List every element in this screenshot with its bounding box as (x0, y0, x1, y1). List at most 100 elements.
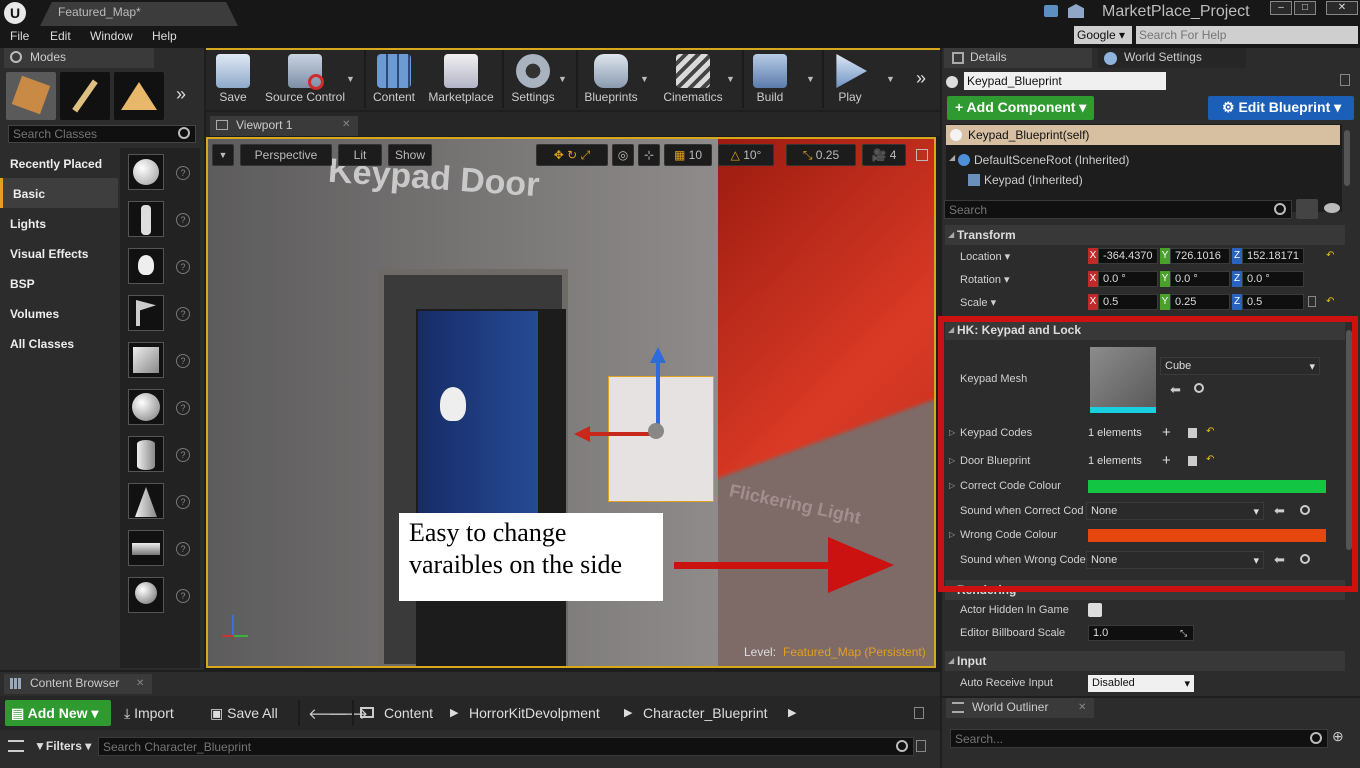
location-y-field[interactable]: 726.1016 (1170, 248, 1230, 264)
reset-arrow-icon[interactable]: ↶ (1326, 296, 1334, 307)
scale-x-field[interactable]: 0.5 (1098, 294, 1158, 310)
plane-item[interactable] (128, 530, 164, 566)
help-icon[interactable]: ? (176, 260, 190, 274)
rotation-snap-button[interactable]: △ 10° (718, 144, 774, 166)
surface-snap-icon[interactable]: ⊹ (638, 144, 660, 166)
point-light-item[interactable] (128, 248, 164, 284)
menu-file[interactable]: File (10, 29, 29, 43)
rotation-z-field[interactable]: 0.0 ° (1242, 271, 1304, 287)
collapse-arrow-icon[interactable]: ◢ (948, 230, 954, 239)
add-new-button[interactable]: ▤ Add New ▾ (5, 700, 111, 726)
place-mode-button[interactable] (6, 72, 56, 120)
sky-sphere-item[interactable] (128, 577, 164, 613)
chevron-down-icon[interactable]: ▼ (558, 74, 567, 84)
breadcrumb-content[interactable]: Content (384, 705, 433, 721)
scale-label[interactable]: Scale ▾ (960, 296, 996, 309)
world-settings-tab[interactable]: World Settings (1098, 48, 1246, 68)
gizmo-center[interactable] (648, 423, 664, 439)
input-section-header[interactable]: Input (945, 651, 1345, 671)
rotation-label[interactable]: Rotation ▾ (960, 273, 1010, 286)
component-item-root[interactable]: DefaultSceneRoot (Inherited) (974, 153, 1129, 167)
breadcrumb-separator-icon[interactable]: ▶ (450, 706, 458, 719)
player-start-item[interactable] (128, 295, 164, 331)
build-button[interactable]: Build (748, 50, 792, 108)
menu-help[interactable]: Help (152, 29, 177, 43)
minimize-button[interactable]: – (1270, 1, 1292, 15)
scale-z-field[interactable]: 0.5 (1242, 294, 1304, 310)
notification-icon[interactable] (1044, 5, 1058, 17)
chevron-down-icon[interactable]: ▼ (346, 74, 355, 84)
details-search-input[interactable] (944, 200, 1292, 219)
rotation-y-field[interactable]: 0.0 ° (1170, 271, 1230, 287)
actor-hidden-checkbox[interactable] (1088, 603, 1102, 617)
menu-window[interactable]: Window (90, 29, 133, 43)
add-component-button[interactable]: + Add Component ▾ (947, 96, 1094, 120)
rotation-x-field[interactable]: 0.0 ° (1098, 271, 1158, 287)
chevron-down-icon[interactable]: ▼ (886, 74, 895, 84)
lock-icon[interactable] (914, 707, 924, 719)
auto-receive-input-dropdown[interactable]: Disabled ▾ (1088, 675, 1194, 692)
maximize-button[interactable]: □ (1294, 1, 1316, 15)
modes-tab[interactable]: Modes (4, 48, 154, 68)
location-z-field[interactable]: 152.18171 (1242, 248, 1304, 264)
components-scrollbar[interactable] (1344, 130, 1350, 186)
property-matrix-icon[interactable] (1296, 199, 1318, 219)
details-tab[interactable]: Details (944, 48, 1092, 68)
marketplace-button[interactable]: Marketplace (426, 50, 496, 108)
location-x-field[interactable]: -364.4370 (1098, 248, 1158, 264)
chevron-down-icon[interactable]: ▼ (640, 74, 649, 84)
category-volumes[interactable]: Volumes (0, 298, 118, 328)
help-icon[interactable]: ? (176, 448, 190, 462)
save-all-button[interactable]: ▣ Save All (210, 705, 278, 722)
show-button[interactable]: Show (388, 144, 432, 166)
category-all-classes[interactable]: All Classes (0, 328, 118, 358)
toolbar-overflow-icon[interactable]: » (916, 68, 926, 89)
help-icon[interactable]: ? (176, 354, 190, 368)
cube-item[interactable] (128, 342, 164, 378)
empty-actor-item[interactable] (128, 154, 164, 190)
breadcrumb-separator-icon[interactable]: ▶ (624, 706, 632, 719)
component-item-self[interactable]: Keypad_Blueprint(self) (946, 125, 1340, 145)
landscape-mode-button[interactable] (114, 72, 164, 120)
collapse-arrow-icon[interactable]: ◢ (948, 656, 954, 665)
chevron-down-icon[interactable]: ▼ (806, 74, 815, 84)
transform-mode-buttons[interactable]: ✥ ↻ ⤢ (536, 144, 608, 166)
cinematics-button[interactable]: Cinematics (660, 50, 726, 108)
content-search-input[interactable] (98, 737, 914, 756)
eye-icon[interactable] (1324, 203, 1340, 213)
breadcrumb-horrorkit[interactable]: HorrorKitDevolpment (469, 705, 600, 721)
content-browser-tab[interactable]: Content Browser (4, 674, 152, 694)
save-search-icon[interactable] (916, 740, 926, 752)
world-local-icon[interactable]: ◎ (612, 144, 634, 166)
more-modes-icon[interactable]: » (176, 84, 186, 105)
billboard-scale-field[interactable]: 1.0 (1088, 625, 1194, 641)
edit-blueprint-button[interactable]: ⚙ Edit Blueprint ▾ (1208, 96, 1354, 120)
help-icon[interactable]: ? (176, 401, 190, 415)
lit-button[interactable]: Lit (338, 144, 382, 166)
chevron-down-icon[interactable]: ▼ (726, 74, 735, 84)
lock-icon[interactable] (1340, 74, 1350, 86)
transform-section-header[interactable]: Transform (945, 225, 1345, 245)
keypad-cube[interactable] (608, 376, 714, 502)
import-button[interactable]: ⤓ Import (124, 705, 174, 722)
viewport-tab[interactable]: Viewport 1 (210, 116, 358, 136)
level-viewport[interactable]: Keypad Door Flickering Light ▼ Perspecti… (206, 137, 936, 668)
category-basic[interactable]: Basic (0, 178, 118, 208)
reset-arrow-icon[interactable]: ↶ (1326, 250, 1334, 261)
category-bsp[interactable]: BSP (0, 268, 118, 298)
outliner-options-icon[interactable]: ⊕ (1332, 728, 1350, 746)
camera-speed-button[interactable]: 🎥 4 (862, 144, 906, 166)
world-outliner-tab[interactable]: World Outliner (946, 698, 1094, 718)
actor-name-field[interactable] (964, 72, 1166, 90)
viewport-options-dropdown[interactable]: ▼ (212, 144, 234, 166)
lock-icon[interactable] (1308, 296, 1316, 307)
filters-button[interactable]: ▼Filters ▾ (34, 739, 91, 753)
document-tab[interactable]: Featured_Map* (40, 2, 238, 26)
paint-mode-button[interactable] (60, 72, 110, 120)
help-icon[interactable]: ? (176, 213, 190, 227)
perspective-button[interactable]: Perspective (240, 144, 332, 166)
search-classes-input[interactable] (8, 125, 196, 143)
cylinder-item[interactable] (128, 436, 164, 472)
outliner-search-input[interactable] (950, 729, 1328, 748)
grid-snap-button[interactable]: ▦ 10 (664, 144, 712, 166)
